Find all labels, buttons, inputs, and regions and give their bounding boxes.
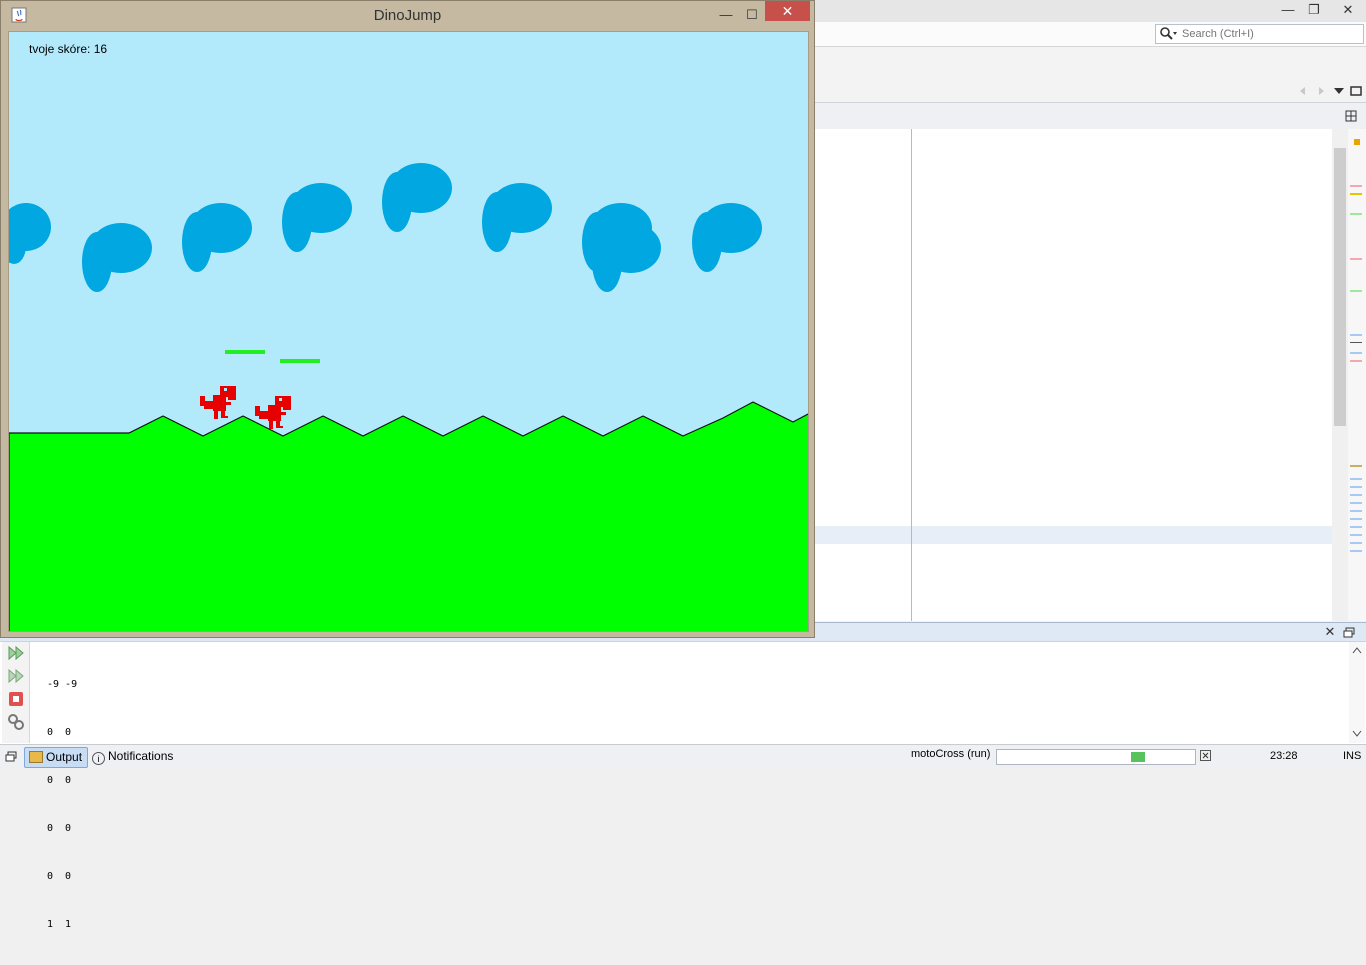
run-progress-bar[interactable] [996,749,1196,765]
editor-scrollbar-thumb[interactable] [1334,148,1346,426]
code-editor[interactable] [815,129,1332,621]
stripe-mark[interactable] [1350,486,1362,488]
stripe-mark[interactable] [1350,258,1362,260]
window-title: DinoJump [373,7,442,24]
output-text: -9 -9 0 0 0 0 0 0 0 0 1 1 [47,645,77,965]
stripe-mark[interactable] [1350,342,1362,343]
editor-tab-strip [815,80,1366,102]
stripe-mark[interactable] [1350,510,1362,512]
stripe-mark[interactable] [1350,334,1362,336]
stripe-mark[interactable] [1350,478,1362,480]
game-canvas[interactable]: tvoje skóre: 16 [8,31,809,632]
info-icon: i [92,752,105,765]
ide-minimize-button[interactable]: — [1275,0,1301,20]
error-stripe[interactable] [1348,129,1366,621]
rerun-icon[interactable] [7,644,25,662]
output-toolbar [2,642,30,743]
ide-titlebar: — ❐ ✕ [815,0,1366,22]
scroll-up-icon[interactable] [1352,646,1362,654]
ide-restore-button[interactable]: ❐ [1301,0,1327,20]
right-margin-line [911,129,912,621]
stripe-mark[interactable] [1350,290,1362,292]
dinojump-titlebar[interactable]: DinoJump — ☐ ✕ [1,1,814,30]
cloud [582,203,661,292]
minimize-button[interactable]: — [713,5,739,25]
output-restore-icon[interactable] [1343,627,1355,638]
output-pane[interactable] [0,641,1366,745]
ide-close-button[interactable]: ✕ [1335,0,1361,20]
stop-icon[interactable] [7,690,25,708]
cloud [282,183,352,252]
output-tab[interactable]: Output [24,747,88,768]
insert-mode-label: INS [1343,750,1362,762]
output-header: ✕ [815,622,1366,642]
output-tab-label: Output [46,750,83,764]
dino-player [200,386,236,419]
notifications-tab-label: Notifications [108,749,174,763]
output-line: 0 0 [47,727,72,738]
cloud [482,183,552,252]
cloud [82,223,152,292]
search-input[interactable] [1182,26,1357,41]
tab-nav-icons[interactable] [1297,84,1366,98]
cloud [692,203,762,272]
cancel-progress-icon[interactable] [1200,750,1211,761]
stripe-mark[interactable] [1350,185,1362,187]
output-close-icon[interactable]: ✕ [1323,622,1337,642]
game-scene [9,163,808,631]
output-line: 1 1 [47,919,72,930]
notifications-tab[interactable]: i Notifications [90,747,178,766]
cloud [182,203,252,272]
rerun-with-params-icon[interactable] [7,667,25,685]
time-label: 23:28 [1270,750,1298,762]
cloud [9,203,51,264]
maximize-button[interactable]: ☐ [739,5,765,25]
output-tab-icon [29,751,43,763]
stripe-mark[interactable] [1350,193,1362,195]
run-status-label[interactable]: motoCross (run) [911,748,990,760]
stripe-mark[interactable] [1350,526,1362,528]
stripe-mark[interactable] [1350,213,1362,215]
split-view-icon[interactable] [1345,110,1357,122]
stripe-mark[interactable] [1350,502,1362,504]
progress-indicator [1131,752,1145,762]
stripe-mark[interactable] [1350,518,1362,520]
output-line: -9 -9 [47,679,78,690]
restore-windows-icon[interactable] [5,751,17,762]
scroll-down-icon[interactable] [1352,730,1362,738]
stripe-mark[interactable] [1350,352,1362,354]
stripe-mark[interactable] [1350,542,1362,544]
output-scrollbar[interactable] [1349,642,1365,743]
editor-header [815,102,1366,130]
search-box[interactable] [1155,24,1364,44]
platform [280,359,320,363]
stripe-mark[interactable] [1350,494,1362,496]
status-bar: Output i Notifications motoCross (run) 23… [0,744,1366,769]
ground [9,401,808,631]
search-icon[interactable] [1159,26,1177,42]
settings-icon[interactable] [7,713,25,731]
close-button[interactable]: ✕ [765,1,810,21]
cloud [382,163,452,232]
dinojump-window[interactable]: DinoJump — ☐ ✕ tvoje skóre: 16 [0,0,815,638]
output-line: 0 0 [47,823,72,834]
current-line-highlight [815,526,1332,544]
platform [225,350,265,354]
stripe-mark[interactable] [1350,465,1362,467]
stripe-mark[interactable] [1350,360,1362,362]
output-line: 0 0 [47,775,72,786]
error-stripe-status-icon [1354,139,1360,145]
stripe-mark[interactable] [1350,534,1362,536]
output-line: 0 0 [47,871,72,882]
stripe-mark[interactable] [1350,550,1362,552]
